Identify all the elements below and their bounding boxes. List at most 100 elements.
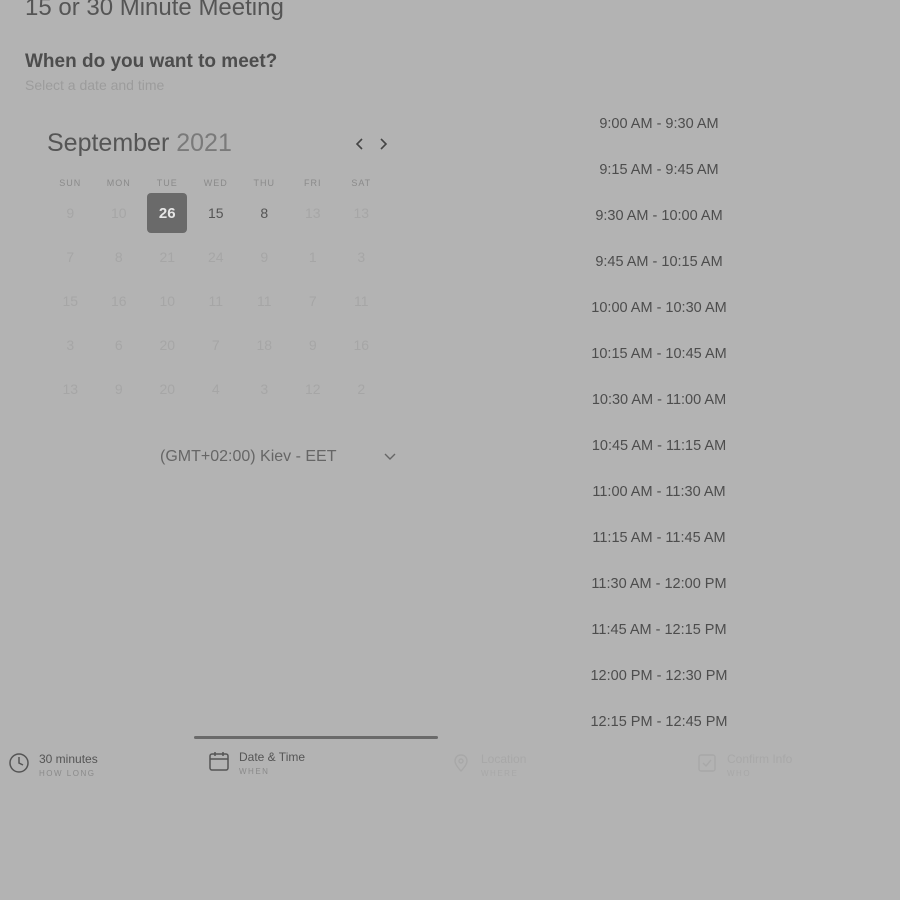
calendar-day-available[interactable]: 15 <box>192 191 241 235</box>
calendar-day-number: 18 <box>256 337 273 353</box>
chevron-down-icon <box>384 453 396 460</box>
calendar-day-number: 15 <box>207 205 224 221</box>
calendar-day-number: 9 <box>260 249 269 265</box>
calendar-day-unavailable: 8 <box>95 235 144 279</box>
calendar-day-number: 10 <box>159 293 176 309</box>
calendar-day-unavailable: 4 <box>192 367 241 411</box>
calendar-icon <box>209 752 229 771</box>
page-title: 15 or 30 Minute Meeting <box>25 0 284 21</box>
section-subtitle: Select a date and time <box>25 77 165 93</box>
calendar-day-number: 13 <box>304 205 321 221</box>
location-icon <box>454 754 468 772</box>
calendar-day-number: 11 <box>208 293 224 309</box>
calendar-day-number: 15 <box>62 293 79 309</box>
calendar-day-number: 20 <box>159 337 176 353</box>
calendar-day-unavailable: 13 <box>46 367 95 411</box>
calendar-day-number: 12 <box>304 381 321 397</box>
time-slot-button[interactable]: 12:15 PM - 12:45 PM <box>565 702 753 748</box>
time-slot-button[interactable]: 10:15 AM - 10:45 AM <box>565 334 753 380</box>
weekday-header: THU <box>253 178 275 188</box>
time-slot-button[interactable]: 9:45 AM - 10:15 AM <box>565 242 753 288</box>
weekday-header: FRI <box>304 178 322 188</box>
step-location[interactable]: Location WHERE <box>450 752 526 778</box>
calendar-day-number: 7 <box>66 249 75 265</box>
weekday-header: SAT <box>351 178 372 188</box>
time-slot-button[interactable]: 11:00 AM - 11:30 AM <box>565 472 753 518</box>
timezone-select[interactable]: (GMT+02:00) Kiev - EET <box>160 448 400 466</box>
calendar-day-unavailable: 7 <box>46 235 95 279</box>
calendar-day-number: 7 <box>308 293 317 309</box>
calendar-day-unavailable: 16 <box>337 323 386 367</box>
confirm-icon <box>698 754 716 772</box>
weekday-header: SUN <box>59 178 82 188</box>
step-date-time-sub: WHEN <box>239 767 270 776</box>
calendar-day-unavailable: 3 <box>240 367 289 411</box>
calendar-day-number: 7 <box>211 337 220 353</box>
clock-icon <box>9 753 29 773</box>
calendar-grid: SUN MON TUE WED THU FRI SAT 9 10 26 15 8 13 13 7 8 21 24 9… <box>46 176 386 411</box>
calendar-day-unavailable: 13 <box>289 191 338 235</box>
step-confirm-info-label: Confirm Info <box>727 752 793 766</box>
calendar-day-unavailable: 9 <box>46 191 95 235</box>
step-duration[interactable]: 30 minutes HOW LONG <box>8 752 98 778</box>
calendar-day-unavailable: 20 <box>143 323 192 367</box>
calendar-day-unavailable: 13 <box>337 191 386 235</box>
chevron-right-icon <box>380 138 388 150</box>
step-location-label: Location <box>481 752 527 766</box>
calendar-day-number: 8 <box>260 205 269 221</box>
calendar-day-available[interactable]: 8 <box>240 191 289 235</box>
step-progress-indicator <box>194 736 438 739</box>
time-slot-button[interactable]: 12:00 PM - 12:30 PM <box>565 656 753 702</box>
chevron-left-icon <box>355 138 363 150</box>
calendar-day-unavailable: 3 <box>46 323 95 367</box>
previous-month-button[interactable] <box>352 134 368 154</box>
calendar-day-unavailable: 7 <box>192 323 241 367</box>
calendar-day-number: 26 <box>147 193 188 233</box>
calendar-day-number: 20 <box>159 381 176 397</box>
weekday-header: WED <box>203 178 228 188</box>
calendar-day-unavailable: 12 <box>289 367 338 411</box>
time-slot-button[interactable]: 11:45 AM - 12:15 PM <box>565 610 753 656</box>
section-title: When do you want to meet? <box>25 51 278 72</box>
calendar-day-number: 13 <box>353 205 370 221</box>
time-slot-button[interactable]: 10:45 AM - 11:15 AM <box>565 426 753 472</box>
time-slot-button[interactable]: 9:15 AM - 9:45 AM <box>565 150 753 196</box>
calendar-day-unavailable: 15 <box>46 279 95 323</box>
calendar-month: September <box>47 129 170 157</box>
time-slot-button[interactable]: 9:00 AM - 9:30 AM <box>565 104 753 150</box>
calendar-day-number: 4 <box>211 381 220 397</box>
calendar-day-unavailable: 18 <box>240 323 289 367</box>
step-date-time-label: Date & Time <box>239 750 306 764</box>
step-confirm-info-sub: WHO <box>727 769 752 778</box>
time-slot-button[interactable]: 9:30 AM - 10:00 AM <box>565 196 753 242</box>
calendar-day-unavailable: 21 <box>143 235 192 279</box>
time-slot-button[interactable]: 11:30 AM - 12:00 PM <box>565 564 753 610</box>
weekday-header: TUE <box>156 178 178 188</box>
step-location-sub: WHERE <box>481 769 519 778</box>
time-slot-button[interactable]: 11:15 AM - 11:45 AM <box>565 518 753 564</box>
calendar-day-unavailable: 11 <box>240 279 289 323</box>
step-duration-label: 30 minutes <box>39 752 98 766</box>
calendar-day-number: 24 <box>207 249 224 265</box>
time-slot-button[interactable]: 10:30 AM - 11:00 AM <box>565 380 753 426</box>
calendar-day-unavailable: 3 <box>337 235 386 279</box>
calendar-day-unavailable: 20 <box>143 367 192 411</box>
calendar-day-number: 2 <box>357 381 366 397</box>
next-month-button[interactable] <box>375 134 391 154</box>
calendar-day-selected[interactable]: 26 <box>143 191 192 235</box>
calendar-day-number: 13 <box>62 381 79 397</box>
step-date-time[interactable]: Date & Time WHEN <box>208 750 305 776</box>
calendar-day-unavailable: 2 <box>337 367 386 411</box>
calendar-day-number: 6 <box>114 337 123 353</box>
time-slot-button[interactable]: 10:00 AM - 10:30 AM <box>565 288 753 334</box>
weekday-header: MON <box>106 178 131 188</box>
calendar-day-number: 3 <box>66 337 75 353</box>
time-slot-list: 9:00 AM - 9:30 AM 9:15 AM - 9:45 AM 9:30 A… <box>565 104 753 748</box>
step-duration-sub: HOW LONG <box>39 769 96 778</box>
calendar-day-unavailable: 9 <box>95 367 144 411</box>
step-confirm-info[interactable]: Confirm Info WHO <box>696 752 792 778</box>
calendar-day-number: 3 <box>260 381 269 397</box>
calendar-day-unavailable: 10 <box>95 191 144 235</box>
calendar-day-number: 21 <box>159 249 176 265</box>
calendar-day-unavailable: 11 <box>192 279 241 323</box>
